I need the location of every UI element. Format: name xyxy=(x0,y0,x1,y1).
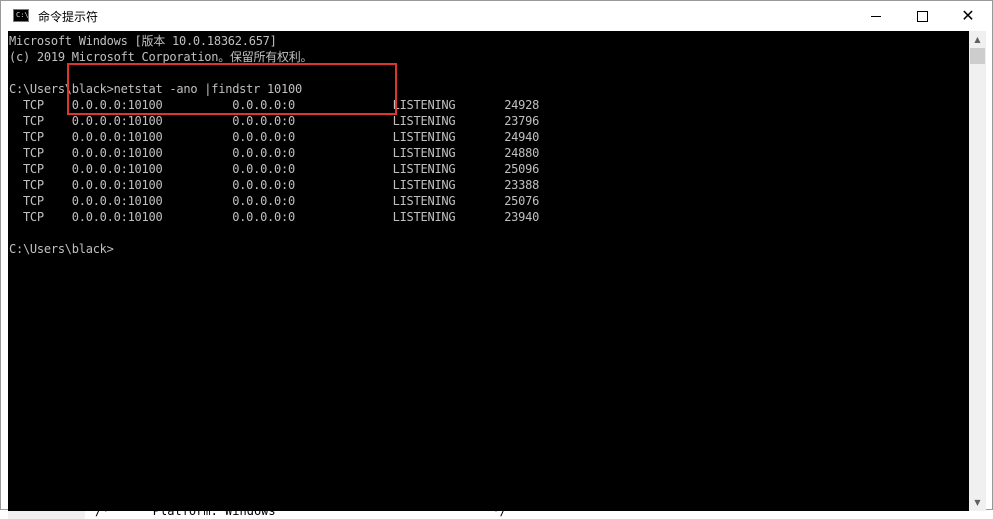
minimize-button[interactable] xyxy=(853,1,899,31)
title-bar[interactable]: C:\ 命令提示符 ✕ xyxy=(1,1,992,31)
console-line: TCP 0.0.0.0:10100 0.0.0.0:0 LISTENING 23… xyxy=(9,114,540,128)
scroll-down-arrow-icon[interactable]: ▼ xyxy=(969,494,986,511)
maximize-icon xyxy=(916,10,928,22)
background-editor-text: /* Platform: Windows */ xyxy=(95,510,507,518)
close-icon: ✕ xyxy=(961,6,975,25)
console-output-area[interactable]: Microsoft Windows [版本 10.0.18362.657] (c… xyxy=(8,31,969,511)
close-button[interactable]: ✕ xyxy=(945,1,991,31)
console-line: TCP 0.0.0.0:10100 0.0.0.0:0 LISTENING 25… xyxy=(9,162,540,176)
console-line: Microsoft Windows [版本 10.0.18362.657] xyxy=(9,34,277,48)
console-line: (c) 2019 Microsoft Corporation。保留所有权利。 xyxy=(9,50,313,64)
console-line: TCP 0.0.0.0:10100 0.0.0.0:0 LISTENING 23… xyxy=(9,210,540,224)
cmd-console-icon[interactable]: C:\ xyxy=(13,9,29,22)
vertical-scrollbar[interactable]: ▲ ▼ xyxy=(969,31,986,511)
command-prompt-window: C:\ 命令提示符 ✕ Microsoft Windows [版本 10.0.1… xyxy=(0,0,993,511)
console-line: TCP 0.0.0.0:10100 0.0.0.0:0 LISTENING 23… xyxy=(9,178,540,192)
window-title: 命令提示符 xyxy=(38,10,99,24)
console-line: C:\Users\black> xyxy=(9,242,114,256)
minimize-icon xyxy=(871,15,881,17)
scroll-thumb[interactable] xyxy=(970,48,985,64)
maximize-button[interactable] xyxy=(899,1,945,31)
console-line: TCP 0.0.0.0:10100 0.0.0.0:0 LISTENING 25… xyxy=(9,194,540,208)
scroll-up-arrow-icon[interactable]: ▲ xyxy=(969,31,986,48)
background-editor-strip: /* Platform: Windows */ xyxy=(85,510,985,519)
command-highlight-box xyxy=(67,63,397,115)
console-line: TCP 0.0.0.0:10100 0.0.0.0:0 LISTENING 24… xyxy=(9,146,540,160)
console-line: TCP 0.0.0.0:10100 0.0.0.0:0 LISTENING 24… xyxy=(9,130,540,144)
